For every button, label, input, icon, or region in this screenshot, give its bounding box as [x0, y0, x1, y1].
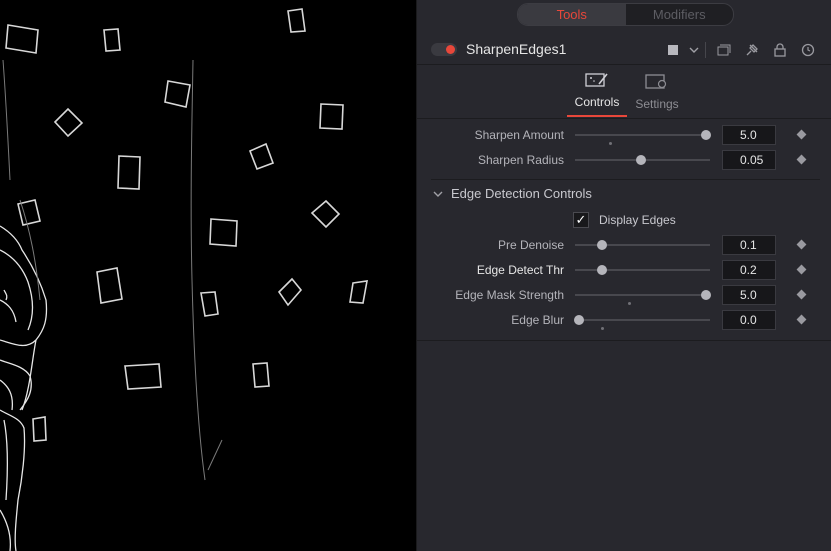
param-label: Edge Blur: [511, 313, 564, 327]
node-enable-toggle[interactable]: [431, 43, 457, 56]
value-field[interactable]: 5.0: [722, 125, 776, 145]
tab-settings-label: Settings: [635, 97, 679, 111]
group-edge-detection[interactable]: Edge Detection Controls: [433, 186, 592, 201]
divider: [431, 179, 820, 180]
slider-knob[interactable]: [597, 240, 607, 250]
default-marker: [608, 142, 612, 145]
value-field[interactable]: 0.2: [722, 260, 776, 280]
color-swatch-icon[interactable]: [659, 40, 687, 60]
value-field[interactable]: 0.0: [722, 310, 776, 330]
param-label: Sharpen Radius: [477, 153, 564, 167]
tools-modifiers-switch: Tools Modifiers: [517, 3, 734, 26]
param-label: Edge Mask Strength: [455, 288, 564, 302]
default-marker: [600, 327, 604, 330]
divider: [417, 118, 831, 119]
chevron-down-icon[interactable]: [687, 40, 701, 60]
control-tabs: Controls Settings: [567, 70, 687, 117]
divider: [417, 64, 831, 65]
settings-icon: [645, 74, 667, 89]
slider-track[interactable]: [575, 269, 710, 271]
enable-dot-icon: [446, 45, 455, 54]
param-label: Edge Detect Thr: [476, 263, 564, 277]
slider-track[interactable]: [575, 134, 710, 136]
controls-icon: [585, 73, 608, 87]
param-label: Sharpen Amount: [474, 128, 564, 142]
chevron-down-icon: [433, 189, 443, 201]
node-name[interactable]: SharpenEdges1: [466, 41, 566, 57]
param-sharpen-amount: Sharpen Amount 5.0: [417, 124, 831, 146]
display-edges-checkbox[interactable]: ✓: [573, 212, 589, 228]
header-icons: [659, 40, 822, 60]
param-sharpen-radius: Sharpen Radius 0.05: [417, 149, 831, 171]
param-pre-denoise: Pre Denoise 0.1: [417, 234, 831, 256]
header-separator: [705, 42, 706, 58]
slider-knob[interactable]: [574, 315, 585, 325]
tab-controls-label: Controls: [574, 95, 620, 109]
slider-track[interactable]: [575, 294, 710, 296]
keyframe-icon[interactable]: [796, 154, 807, 165]
slider-track[interactable]: [575, 244, 710, 246]
viewer[interactable]: [0, 0, 416, 551]
display-edges-label: Display Edges: [599, 213, 676, 227]
inspector-panel: Tools Modifiers SharpenEdges1 Controls S…: [416, 0, 831, 551]
value-field[interactable]: 5.0: [722, 285, 776, 305]
value-field[interactable]: 0.1: [722, 235, 776, 255]
keyframe-icon[interactable]: [796, 264, 807, 275]
lock-icon[interactable]: [766, 40, 794, 60]
tab-settings[interactable]: Settings: [627, 70, 687, 117]
divider: [417, 340, 831, 341]
pin-icon[interactable]: [738, 40, 766, 60]
keyframe-icon[interactable]: [796, 289, 807, 300]
value-field[interactable]: 0.05: [722, 150, 776, 170]
param-edge-blur: Edge Blur 0.0: [417, 309, 831, 331]
param-edge-detect-thr: Edge Detect Thr 0.2: [417, 259, 831, 281]
slider-knob[interactable]: [700, 290, 711, 300]
slider-knob[interactable]: [597, 265, 607, 275]
reset-icon[interactable]: [794, 40, 822, 60]
versions-icon[interactable]: [710, 40, 738, 60]
param-label: Pre Denoise: [497, 238, 564, 252]
edge-render-image: [0, 8, 368, 551]
group-title: Edge Detection Controls: [451, 186, 592, 201]
slider-track[interactable]: [575, 319, 710, 321]
keyframe-icon[interactable]: [796, 314, 807, 325]
default-marker: [627, 302, 631, 305]
node-header: SharpenEdges1: [417, 34, 831, 64]
param-edge-mask-strength: Edge Mask Strength 5.0: [417, 284, 831, 306]
keyframe-icon[interactable]: [796, 239, 807, 250]
tab-modifiers[interactable]: Modifiers: [626, 4, 734, 25]
slider-knob[interactable]: [636, 155, 647, 165]
slider-knob[interactable]: [700, 130, 711, 140]
keyframe-icon[interactable]: [796, 129, 807, 140]
tab-controls[interactable]: Controls: [567, 70, 627, 117]
tab-tools[interactable]: Tools: [518, 4, 626, 25]
